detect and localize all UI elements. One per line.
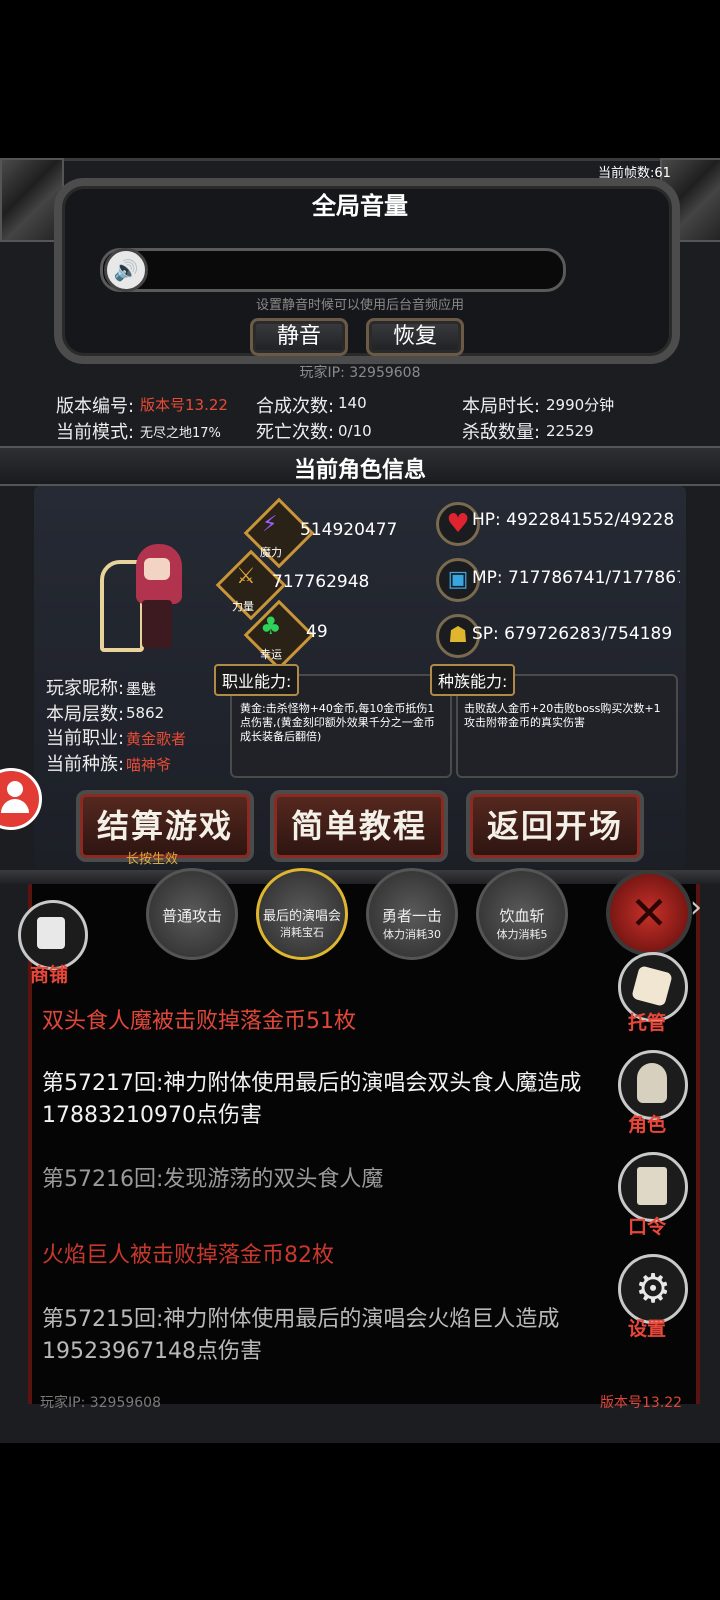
mp-value: MP: 717786741/7177867 [472,568,680,588]
tutorial-label: 简单教程 [290,807,427,845]
version-label: 版本编号: [56,396,135,417]
luck-glyph: ♣ [260,612,282,640]
auto-label: 托管 [628,1012,667,1034]
death-label: 死亡次数: [256,422,335,443]
return-start-label: 返回开场 [486,807,623,845]
footer-version: 版本号13.22 [600,1395,683,1411]
mode-value: 无尽之地17% [140,426,221,441]
skill-cost: 体力消耗5 [496,928,548,941]
skill-cost: 消耗宝石 [280,926,324,939]
chevron-right-icon[interactable]: › [690,890,702,925]
race-ability-title: 种族能力: [430,664,516,696]
race-value: 喵神爷 [126,756,172,774]
skill-hero-strike[interactable]: 勇者一击 体力消耗30 [366,868,458,960]
return-start-button[interactable]: 返回开场 [466,790,644,862]
skill-last-concert[interactable]: 最后的演唱会 消耗宝石 [256,868,348,960]
skill-blood-slash[interactable]: 饮血斩 体力消耗5 [476,868,568,960]
magic-glyph: ⚡ [262,512,278,537]
person-icon [7,781,23,797]
character-body [142,600,172,648]
sp-value: SP: 679726283/754189 [472,624,673,644]
volume-slider[interactable] [100,248,566,292]
speaker-icon[interactable]: 🔊 [104,248,148,292]
log-entry: 第57215回:神力附体使用最后的演唱会火焰巨人造成19523967148点伤害 [42,1307,560,1364]
player-ip-top: 玩家IP: 32959608 [299,365,421,381]
skill-name: 普通攻击 [161,907,222,925]
floor-label: 本局层数: [46,704,125,725]
close-battle-button[interactable]: ✕ [606,870,692,956]
footer-player-ip: 玩家IP: 32959608 [40,1395,161,1411]
settle-game-label: 结算游戏 [96,807,233,845]
shop-label: 商铺 [30,964,69,986]
job-ability-text: 黄金:击杀怪物+40金币,每10金币抵伤1点伤害,(黄金刻印额外效果千分之一金币… [240,702,435,743]
skill-normal-attack[interactable]: 普通攻击 [146,868,238,960]
shop-icon [37,917,65,949]
restore-label: 恢复 [392,324,437,349]
log-entry: 第57216回:发现游荡的双头食人魔 [42,1167,384,1192]
log-entry: 双头食人魔被击败掉落金币51枚 [42,1009,356,1034]
strength-glyph: ⚔ [236,564,256,589]
synth-value: 140 [338,394,367,412]
hood-icon [637,1063,667,1103]
skill-name: 勇者一击 [381,907,442,925]
char-section-title: 当前角色信息 [293,458,426,483]
death-value: 0/10 [338,422,372,440]
gear-icon: ⚙ [635,1266,671,1312]
race-ability-text: 击败敌人金币+20击败boss购买次数+1攻击附带金币的真实伤害 [464,702,661,729]
person-body [1,799,29,813]
strength-label: 力量 [232,600,254,613]
nick-value: 墨魅 [126,680,157,698]
magic-value: 514920477 [300,520,398,540]
tutorial-button[interactable]: 简单教程 [270,790,448,862]
scroll-icon [637,1167,667,1205]
job-ability-title: 职业能力: [214,664,300,696]
kills-label: 杀敌数量: [462,422,541,443]
job-value: 黄金歌者 [126,730,187,748]
skill-cost: 体力消耗30 [383,928,441,941]
log-entry: 火焰巨人被击败掉落金币82枚 [42,1243,334,1268]
version-value: 版本号13.22 [140,396,228,414]
mode-label: 当前模式: [56,422,135,443]
duration-label: 本局时长: [462,396,541,417]
close-icon: ✕ [629,886,669,940]
skill-name: 最后的演唱会 [262,909,341,924]
nick-label: 玩家昵称: [46,678,125,699]
magic-label: 魔力 [260,546,282,559]
battle-divider [0,870,720,884]
restore-button[interactable]: 恢复 [366,318,464,356]
floor-value: 5862 [126,704,165,722]
strength-value: 717762948 [272,572,370,592]
volume-hint: 设置静音时候可以使用后台音频应用 [255,298,464,313]
luck-label: 幸运 [260,648,282,661]
dice-icon [631,965,673,1007]
volume-title: 全局音量 [312,192,408,220]
luck-value: 49 [306,622,328,642]
race-label: 当前种族: [46,754,125,775]
hp-value: HP: 4922841552/49228 [472,510,675,530]
log-entry: 第57217回:神力附体使用最后的演唱会双头食人魔造成17883210970点伤… [42,1071,582,1128]
command-label: 口令 [628,1216,667,1238]
kills-value: 22529 [546,422,594,440]
character-face [144,558,170,580]
mute-button[interactable]: 静音 [250,318,348,356]
mute-label: 静音 [276,324,321,349]
duration-value: 2990分钟 [546,396,615,414]
skill-name: 饮血斩 [499,907,545,925]
character-sprite [100,540,190,652]
settle-hint: 长按生效 [126,852,179,867]
settings-label: 设置 [628,1318,667,1340]
role-label: 角色 [628,1114,667,1136]
synth-label: 合成次数: [256,396,335,417]
job-label: 当前职业: [46,728,125,749]
